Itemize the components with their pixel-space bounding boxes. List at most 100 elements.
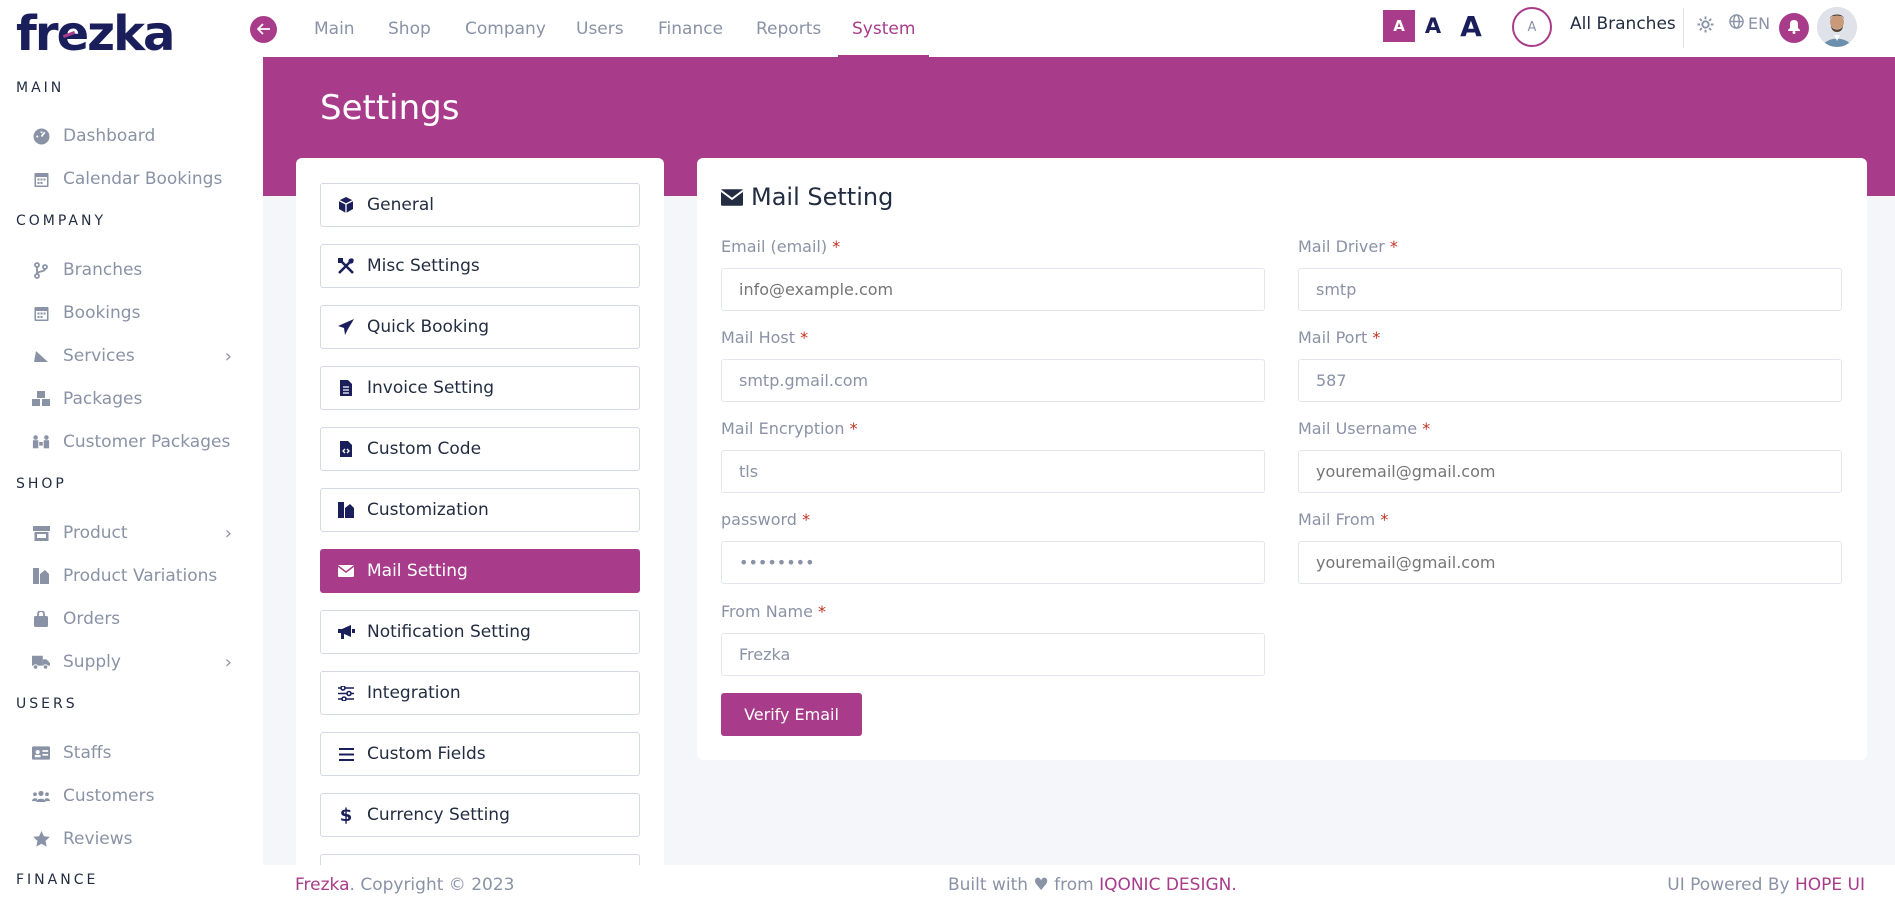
sidebar-item-services[interactable]: Services › xyxy=(32,342,232,370)
page-title: Settings xyxy=(320,88,460,128)
section-shop: SHOP xyxy=(16,476,67,492)
mail-username-label: Mail Username * xyxy=(1298,419,1431,438)
settings-menu-quick-booking[interactable]: Quick Booking xyxy=(320,305,640,349)
envelope-icon xyxy=(721,188,743,206)
tab-main[interactable]: Main xyxy=(314,0,355,57)
bell-icon xyxy=(1788,19,1800,38)
sidebar-item-packages[interactable]: Packages xyxy=(32,385,232,413)
footer: Frezka. Copyright © 2023 Built with ♥ fr… xyxy=(263,865,1895,901)
file-icon xyxy=(337,380,355,396)
settings-menu-customization[interactable]: Customization xyxy=(320,488,640,532)
settings-menu-general[interactable]: General xyxy=(320,183,640,227)
font-size-large-button[interactable]: A xyxy=(1455,10,1487,43)
settings-menu-misc[interactable]: Misc Settings xyxy=(320,244,640,288)
sidebar-item-staffs[interactable]: Staffs xyxy=(32,739,232,767)
settings-menu-label: Custom Code xyxy=(367,439,482,459)
settings-menu-label: Mail Setting xyxy=(367,561,468,581)
tab-users[interactable]: Users xyxy=(576,0,624,57)
tab-company[interactable]: Company xyxy=(465,0,546,57)
settings-menu-currency[interactable]: $ Currency Setting xyxy=(320,793,640,837)
settings-menu-mail[interactable]: Mail Setting xyxy=(320,549,640,593)
arrow-left-icon xyxy=(256,20,271,39)
mail-username-field[interactable] xyxy=(1298,450,1842,493)
card-title-text: Mail Setting xyxy=(751,183,894,211)
tab-system[interactable]: System xyxy=(837,0,930,57)
footer-brand-link[interactable]: Frezka xyxy=(295,875,350,895)
bag-icon xyxy=(32,610,50,628)
email-field[interactable] xyxy=(721,268,1265,311)
sidebar-item-label: Reviews xyxy=(63,829,133,849)
password-field[interactable] xyxy=(721,541,1265,584)
services-icon xyxy=(32,347,50,365)
users-icon xyxy=(32,787,50,805)
customer-packages-icon xyxy=(32,433,50,451)
user-avatar[interactable] xyxy=(1817,7,1857,47)
settings-menu: General Misc Settings Quick Booking Invo… xyxy=(296,158,664,901)
from-name-field[interactable] xyxy=(721,633,1265,676)
section-users: USERS xyxy=(16,696,78,712)
sidebar-item-product-variations[interactable]: Product Variations xyxy=(32,562,232,590)
mail-from-field[interactable] xyxy=(1298,541,1842,584)
section-main: MAIN xyxy=(16,80,65,96)
sidebar-item-label: Dashboard xyxy=(63,126,156,146)
top-navbar: Main Shop Company Users Finance Reports … xyxy=(250,0,1895,57)
settings-menu-label: Currency Setting xyxy=(367,805,510,825)
sidebar-toggle-button[interactable] xyxy=(250,16,277,43)
tab-reports[interactable]: Reports xyxy=(756,0,821,57)
branch-avatar[interactable]: A xyxy=(1512,7,1552,47)
theme-toggle-button[interactable] xyxy=(1697,16,1714,38)
mail-host-field[interactable] xyxy=(721,359,1265,402)
mail-port-label: Mail Port * xyxy=(1298,328,1381,347)
settings-menu-custom-fields[interactable]: Custom Fields xyxy=(320,732,640,776)
sidebar-item-branches[interactable]: Branches xyxy=(32,256,232,284)
sidebar-item-label: Services xyxy=(63,346,135,366)
sidebar-item-customers[interactable]: Customers xyxy=(32,782,232,810)
sidebar-item-customer-packages[interactable]: Customer Packages xyxy=(32,428,232,456)
sidebar-item-product[interactable]: Product › xyxy=(32,519,232,547)
app-logo[interactable]: frezka xyxy=(16,6,175,62)
footer-built-with: Built with ♥ from IQONIC DESIGN. xyxy=(948,875,1237,895)
id-card-icon xyxy=(32,744,50,762)
mail-driver-label: Mail Driver * xyxy=(1298,237,1398,256)
font-size-small-button[interactable]: A xyxy=(1383,10,1415,42)
mail-port-field[interactable] xyxy=(1298,359,1842,402)
sidebar-item-reviews[interactable]: Reviews xyxy=(32,825,232,853)
sidebar-item-calendar-bookings[interactable]: Calendar Bookings xyxy=(32,165,232,193)
mail-encryption-field[interactable] xyxy=(721,450,1265,493)
settings-menu-label: Custom Fields xyxy=(367,744,486,764)
paper-plane-icon xyxy=(337,319,355,335)
notifications-button[interactable] xyxy=(1779,13,1809,43)
calendar-icon xyxy=(32,304,50,322)
settings-menu-notification[interactable]: Notification Setting xyxy=(320,610,640,654)
sidebar-item-label: Calendar Bookings xyxy=(63,169,223,189)
branch-icon xyxy=(32,261,50,279)
settings-menu-custom-code[interactable]: Custom Code xyxy=(320,427,640,471)
mail-setting-card: Mail Setting Email (email) * Mail Driver… xyxy=(697,158,1867,760)
packages-icon xyxy=(32,390,50,408)
envelope-icon xyxy=(337,565,355,577)
settings-menu-invoice[interactable]: Invoice Setting xyxy=(320,366,640,410)
sidebar-item-orders[interactable]: Orders xyxy=(32,605,232,633)
section-company: COMPANY xyxy=(16,213,107,229)
tab-shop[interactable]: Shop xyxy=(388,0,431,57)
sliders-icon xyxy=(337,685,355,701)
sidebar-item-supply[interactable]: Supply › xyxy=(32,648,232,676)
language-selector[interactable]: EN xyxy=(1729,14,1770,33)
settings-menu-integration[interactable]: Integration xyxy=(320,671,640,715)
mail-driver-field[interactable] xyxy=(1298,268,1842,311)
sidebar-item-label: Product xyxy=(63,523,128,543)
sidebar-item-label: Packages xyxy=(63,389,143,409)
branch-selector[interactable]: All Branches xyxy=(1570,14,1676,34)
iqonic-link[interactable]: IQONIC DESIGN. xyxy=(1099,875,1237,895)
font-size-medium-button[interactable]: A xyxy=(1421,10,1445,42)
language-label: EN xyxy=(1748,14,1771,33)
sidebar-item-bookings[interactable]: Bookings xyxy=(32,299,232,327)
hope-ui-link[interactable]: HOPE UI xyxy=(1795,875,1865,895)
sidebar-item-dashboard[interactable]: Dashboard xyxy=(32,122,232,150)
sidebar-item-label: Staffs xyxy=(63,743,112,763)
tab-finance[interactable]: Finance xyxy=(658,0,723,57)
verify-email-button[interactable]: Verify Email xyxy=(721,693,862,736)
gear-icon xyxy=(1697,16,1714,38)
settings-menu-label: Misc Settings xyxy=(367,256,480,276)
footer-copyright: Frezka. Copyright © 2023 xyxy=(295,875,515,895)
